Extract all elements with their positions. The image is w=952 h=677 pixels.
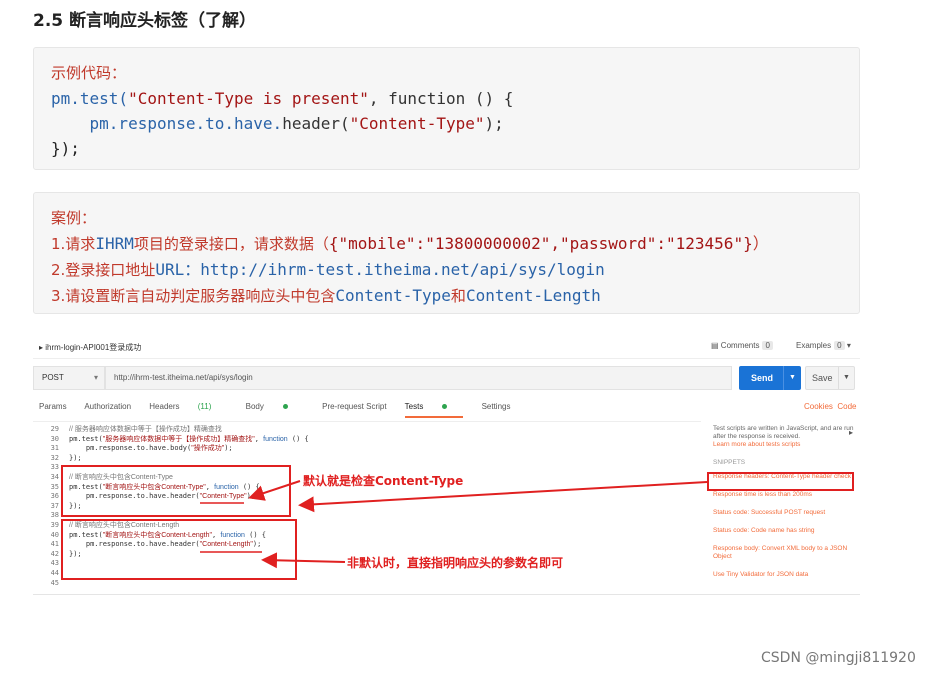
watermark: CSDN @mingji811920: [761, 650, 916, 666]
tab-body[interactable]: Body: [246, 402, 304, 411]
annotation-nondefault: 非默认时，直接指明响应头的参数名即可: [347, 556, 564, 570]
snippet-item[interactable]: Status code: Successful POST request: [713, 509, 860, 517]
example-label: 示例代码：: [51, 64, 127, 82]
line-numbers: 29 30 31 32 33 34 35 36 37 38 39 40 41 4…: [50, 425, 59, 587]
highlight-snippet: [707, 472, 854, 491]
tab-settings[interactable]: Settings: [482, 402, 511, 411]
comment-icon: ▤: [711, 341, 719, 350]
comments-button[interactable]: ▤ Comments 0: [711, 341, 773, 350]
tab-headers[interactable]: Headers (11): [149, 402, 227, 411]
tab-authorization[interactable]: Authorization: [84, 402, 131, 411]
request-breadcrumb[interactable]: ▸ ihrm-login-API001登录成功: [39, 342, 141, 353]
examples-button[interactable]: Examples 0 ▾: [796, 341, 851, 350]
send-button[interactable]: Send ▼: [739, 366, 801, 390]
section-heading: 2.5 断言响应头标签（了解）: [33, 11, 257, 31]
case-line-3: 3.请设置断言自动判定服务器响应头中包含Content-Type和Content…: [51, 286, 601, 305]
case-box: 案例： 1.请求IHRM项目的登录接口，请求数据（{"mobile":"1380…: [33, 192, 860, 314]
url-input[interactable]: http://ihrm-test.itheima.net/api/sys/log…: [105, 366, 732, 390]
highlight-content-type: [61, 465, 291, 517]
case-content: 案例： 1.请求IHRM项目的登录接口，请求数据（{"mobile":"1380…: [51, 206, 769, 309]
chevron-down-icon[interactable]: ▼: [783, 366, 801, 390]
snippet-item[interactable]: Response time is less than 200ms: [713, 491, 860, 499]
case-line-1: 1.请求IHRM项目的登录接口，请求数据（{"mobile":"13800000…: [51, 234, 769, 253]
example-code-box: 示例代码： pm.test("Content-Type is present",…: [33, 47, 860, 170]
tab-params[interactable]: Params: [39, 402, 67, 411]
example-line-1: pm.test("Content-Type is present", funct…: [51, 89, 514, 108]
url-row: POST ▾ http://ihrm-test.itheima.net/api/s…: [33, 366, 860, 390]
case-line-2: 2.登录接口地址URL：http://ihrm-test.itheima.net…: [51, 260, 605, 279]
snippet-item[interactable]: Response body: Convert XML body to a JSO…: [713, 545, 860, 561]
code-link[interactable]: Code: [837, 402, 856, 411]
postman-topbar: ▸ ihrm-login-API001登录成功 ▤ Comments 0 Exam…: [33, 333, 860, 359]
chevron-down-icon: ▾: [93, 373, 98, 382]
cookies-code-links: Cookies Code: [804, 402, 856, 411]
annotation-default: 默认就是检查Content-Type: [303, 474, 464, 488]
status-dot-icon: [442, 404, 448, 410]
status-dot-icon: [282, 404, 288, 410]
learn-more-link[interactable]: Learn more about tests scripts: [713, 441, 860, 449]
case-label: 案例：: [51, 209, 97, 227]
chevron-right-icon[interactable]: ▸: [849, 429, 853, 437]
side-intro: Test scripts are written in JavaScript, …: [713, 425, 854, 440]
chevron-down-icon: ▾: [846, 341, 851, 350]
tab-pre-request-script[interactable]: Pre-request Script: [322, 402, 386, 411]
example-line-2: pm.response.to.have.header("Content-Type…: [89, 114, 504, 133]
save-button[interactable]: Save ▼: [805, 366, 855, 390]
cookies-link[interactable]: Cookies: [804, 402, 833, 411]
request-tabs: Params Authorization Headers (11) Body P…: [39, 402, 526, 418]
snippets-label: SNIPPETS: [713, 459, 746, 466]
snippets-panel: Test scripts are written in JavaScript, …: [713, 425, 860, 579]
tab-tests[interactable]: Tests: [404, 402, 464, 418]
snippet-item[interactable]: Use Tiny Validator for JSON data: [713, 571, 860, 579]
example-code: 示例代码： pm.test("Content-Type is present",…: [51, 61, 513, 161]
example-line-3: });: [51, 139, 80, 158]
chevron-down-icon[interactable]: ▼: [838, 367, 854, 389]
highlight-content-length: [61, 519, 297, 580]
snippet-item[interactable]: Status code: Code name has string: [713, 527, 860, 535]
method-select[interactable]: POST ▾: [33, 366, 105, 390]
